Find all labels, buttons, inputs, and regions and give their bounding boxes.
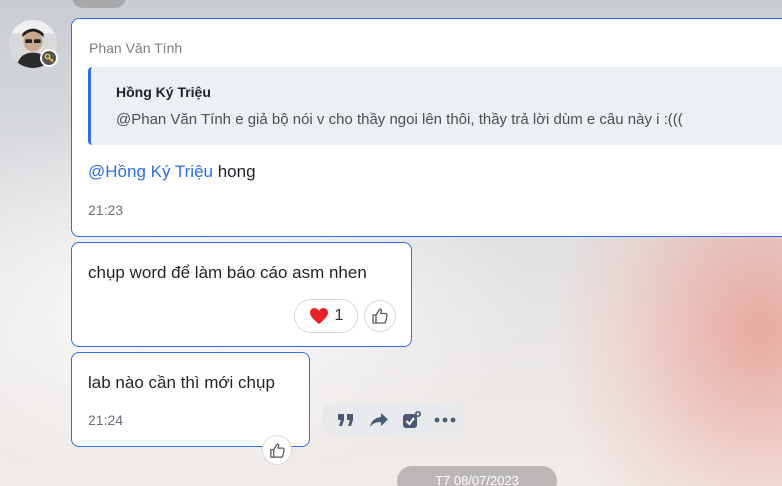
date-divider: T7 08/07/2023 bbox=[397, 466, 557, 486]
quote-button[interactable] bbox=[334, 408, 358, 432]
thumbs-up-icon bbox=[372, 308, 388, 324]
reaction-chip[interactable]: 1 bbox=[294, 299, 358, 333]
heart-icon bbox=[309, 308, 328, 324]
todo-icon bbox=[403, 410, 422, 428]
forward-icon bbox=[369, 412, 388, 427]
sender-name: Phan Văn Tính bbox=[89, 40, 183, 56]
more-icon bbox=[434, 417, 456, 422]
mention-link[interactable]: @Hồng Ký Triệu bbox=[88, 162, 213, 181]
message-action-bar bbox=[323, 404, 468, 435]
key-badge-icon bbox=[40, 49, 58, 67]
quote-author: Hồng Ký Triệu bbox=[116, 84, 211, 100]
message-bubble[interactable]: lab nào cần thì mới chụp 21:24 bbox=[71, 352, 310, 465]
message-bubble[interactable]: chụp word để làm báo cáo asm nhen 1 bbox=[71, 242, 412, 347]
more-button[interactable] bbox=[433, 408, 457, 432]
quote-icon bbox=[337, 413, 353, 426]
message-body: chụp word để làm báo cáo asm nhen bbox=[88, 263, 367, 282]
reaction-count: 1 bbox=[334, 307, 344, 324]
date-divider-top bbox=[72, 0, 126, 8]
message-text: @Hồng Ký Triệu hong bbox=[88, 162, 256, 182]
todo-button[interactable] bbox=[400, 408, 424, 432]
message-body: lab nào cần thì mới chụp bbox=[88, 373, 275, 392]
like-button[interactable] bbox=[262, 435, 292, 465]
message-time: 21:23 bbox=[88, 202, 124, 218]
quote-text: @Phan Văn Tính e giả bộ nói v cho thầy n… bbox=[116, 111, 683, 128]
quoted-message[interactable]: Hồng Ký Triệu @Phan Văn Tính e giả bộ nó… bbox=[88, 67, 782, 145]
message-bubble[interactable]: Phan Văn Tính Hồng Ký Triệu @Phan Văn Tí… bbox=[71, 18, 782, 237]
message-time: 21:24 bbox=[88, 412, 124, 428]
forward-button[interactable] bbox=[367, 408, 391, 432]
message-body: hong bbox=[217, 162, 256, 181]
thumbs-up-icon bbox=[269, 443, 285, 458]
like-button[interactable] bbox=[364, 300, 396, 332]
